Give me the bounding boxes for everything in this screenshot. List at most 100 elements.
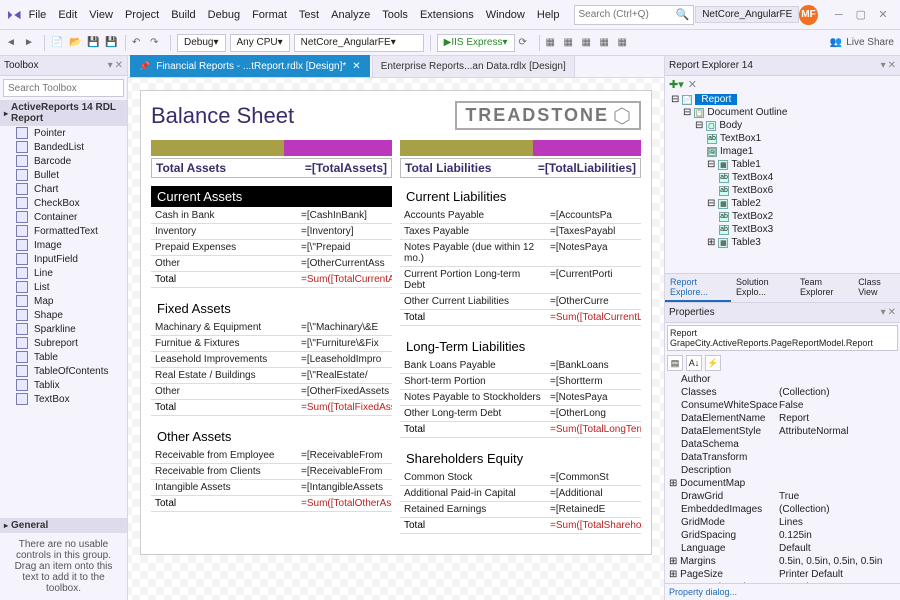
property-row[interactable]: GridModeLines [665,516,900,529]
toolbox-item[interactable]: Sparkline [0,322,127,336]
property-row[interactable]: ⊞ PageSizePrinter Default [665,568,900,581]
menu-build[interactable]: Build [171,9,195,21]
tool-icon-5[interactable]: ▦ [618,37,632,48]
toolbox-item[interactable]: Barcode [0,154,127,168]
toolbox-item[interactable]: Table [0,350,127,364]
property-row[interactable]: ⊞ DocumentMap [665,477,900,490]
property-row[interactable]: DataElementStyleAttributeNormal [665,425,900,438]
property-row[interactable]: ⊞ Margins0.5in, 0.5in, 0.5in, 0.5in [665,555,900,568]
toolbox-group-general[interactable]: General [0,518,127,533]
tab-financial-reports[interactable]: 📌Financial Reports - ...tReport.rdlx [De… [130,55,370,77]
liveshare-button[interactable]: 👥 Live Share [830,37,894,48]
property-row[interactable]: DataElementNameReport [665,412,900,425]
minimize-button[interactable]: ─ [828,5,850,25]
toolbox-item[interactable]: InputField [0,252,127,266]
save-icon[interactable]: 💾 [87,37,101,48]
saveall-icon[interactable]: 💾 [105,37,119,48]
toolbox-item[interactable]: Shape [0,308,127,322]
delete-icon[interactable]: ✕ [688,78,697,91]
tree-body[interactable]: ⊟ ▢ Body [665,119,900,132]
menu-window[interactable]: Window [486,9,525,21]
panel-close-icon[interactable]: ✕ [888,60,896,71]
toolbox-item[interactable]: Tablix [0,378,127,392]
menu-analyze[interactable]: Analyze [331,9,370,21]
tree-table1[interactable]: ⊟ ▦ Table1 [665,158,900,171]
redo-icon[interactable]: ↷ [150,37,164,48]
menu-help[interactable]: Help [537,9,560,21]
tool-icon-2[interactable]: ▦ [564,37,578,48]
property-row[interactable]: DataSchema [665,438,900,451]
tab-report-explorer[interactable]: Report Explore... [665,274,731,302]
toolbox-item[interactable]: Image [0,238,127,252]
toolbox-item[interactable]: TextBox [0,392,127,406]
tree-doc-outline[interactable]: ⊟ 📋 Document Outline [665,106,900,119]
property-row[interactable]: DrawGridTrue [665,490,900,503]
toolbox-item[interactable]: List [0,280,127,294]
menu-edit[interactable]: Edit [58,9,77,21]
run-button[interactable]: ▶ IIS Express ▾ [437,34,515,52]
lightning-icon[interactable]: ⚡ [705,355,721,371]
pin-icon[interactable]: 📌 [139,61,150,72]
open-icon[interactable]: 📂 [69,37,83,48]
properties-object-selector[interactable]: Report GrapeCity.ActiveReports.PageRepor… [667,325,898,351]
menu-test[interactable]: Test [299,9,319,21]
property-row[interactable]: LanguageDefault [665,542,900,555]
property-row[interactable]: Description [665,464,900,477]
refresh-icon[interactable]: ⟳ [519,37,533,48]
toolbox-item[interactable]: Pointer [0,126,127,140]
tool-icon-3[interactable]: ▦ [582,37,596,48]
tree-image1[interactable]: 🖼 Image1 [665,145,900,158]
tab-solution-explorer[interactable]: Solution Explo... [731,274,795,302]
undo-icon[interactable]: ↶ [132,37,146,48]
menu-tools[interactable]: Tools [382,9,408,21]
menu-format[interactable]: Format [252,9,287,21]
toolbox-item[interactable]: Chart [0,182,127,196]
pin-icon[interactable]: ▾ [881,307,886,318]
pin-icon[interactable]: ▾ [108,60,113,71]
property-row[interactable]: ConsumeWhiteSpaceFalse [665,399,900,412]
menu-debug[interactable]: Debug [208,9,240,21]
toolbox-item[interactable]: FormattedText [0,224,127,238]
toolbox-item[interactable]: Bullet [0,168,127,182]
property-row[interactable]: Author [665,373,900,386]
close-button[interactable]: ✕ [872,5,894,25]
property-row[interactable]: GridSpacing0.125in [665,529,900,542]
tree-textbox6[interactable]: ab TextBox6 [665,184,900,197]
property-dialog-link[interactable]: Property dialog... [665,583,900,600]
toolbox-item[interactable]: Line [0,266,127,280]
tree-textbox1[interactable]: ab TextBox1 [665,132,900,145]
tree-textbox3[interactable]: ab TextBox3 [665,223,900,236]
close-icon[interactable]: ✕ [352,61,360,72]
menu-view[interactable]: View [89,9,113,21]
menu-project[interactable]: Project [125,9,159,21]
toolbox-item[interactable]: TableOfContents [0,364,127,378]
tool-icon-4[interactable]: ▦ [600,37,614,48]
menu-extensions[interactable]: Extensions [420,9,474,21]
maximize-button[interactable]: ▢ [850,5,872,25]
toolbox-item[interactable]: Container [0,210,127,224]
platform-dropdown[interactable]: Any CPU ▾ [230,34,290,52]
toolbox-item[interactable]: CheckBox [0,196,127,210]
property-row[interactable]: DataTransform [665,451,900,464]
panel-close-icon[interactable]: ✕ [888,307,896,318]
tree-textbox4[interactable]: ab TextBox4 [665,171,900,184]
design-surface[interactable]: Balance Sheet TREADSTONE Total Assets=[T… [128,78,664,600]
toolbox-group-activereports[interactable]: ActiveReports 14 RDL Report [0,100,127,126]
tab-class-view[interactable]: Class View [853,274,900,302]
menu-file[interactable]: File [29,9,47,21]
categorized-icon[interactable]: ▤ [667,355,683,371]
tab-team-explorer[interactable]: Team Explorer [795,274,853,302]
panel-close-icon[interactable]: ✕ [115,60,123,71]
pin-icon[interactable]: ▾ [881,60,886,71]
tree-textbox2[interactable]: ab TextBox2 [665,210,900,223]
new-icon[interactable]: 📄 [51,37,65,48]
tree-root[interactable]: ⊟ 📄 Report [665,93,900,106]
property-row[interactable]: EmbeddedImages(Collection) [665,503,900,516]
add-icon[interactable]: ✚▾ [669,78,684,91]
toolbox-item[interactable]: BandedList [0,140,127,154]
property-row[interactable]: Classes(Collection) [665,386,900,399]
tool-icon-1[interactable]: ▦ [546,37,560,48]
toolbox-item[interactable]: Subreport [0,336,127,350]
back-icon[interactable]: ◄ [6,37,20,48]
user-avatar[interactable]: MF [799,5,817,25]
